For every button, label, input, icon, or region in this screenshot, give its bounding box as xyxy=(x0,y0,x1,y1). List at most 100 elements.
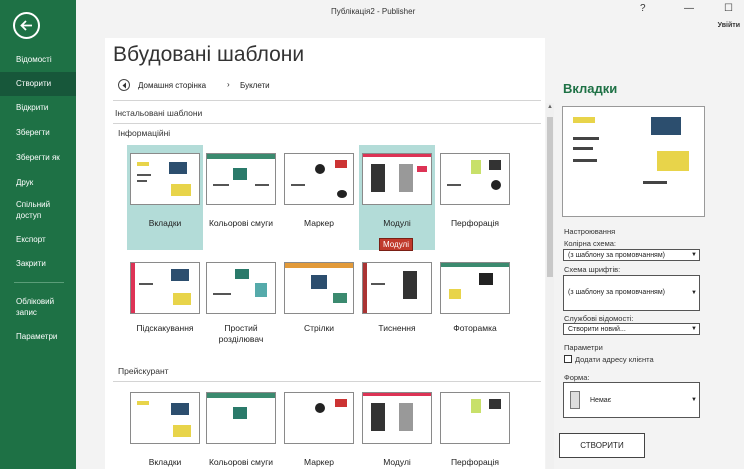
chevron-left-icon xyxy=(122,82,126,89)
template-tile-pricelist-moduli[interactable]: Модулі xyxy=(359,384,435,469)
template-label: Маркер xyxy=(304,218,334,228)
form-select[interactable]: Немає ▼ xyxy=(563,382,700,418)
font-scheme-select[interactable]: (з шаблону за промовчанням) ▼ xyxy=(563,275,700,311)
template-thumbnail xyxy=(362,262,432,314)
font-scheme-label: Схема шрифтів: xyxy=(564,265,621,274)
template-tile-moduli[interactable]: Модулі Модулі xyxy=(359,145,435,251)
publisher-backstage-window: Відомості Створити Відкрити Зберегти Збе… xyxy=(0,0,744,469)
template-tile-fotoramka[interactable]: Фоторамка xyxy=(437,254,513,354)
template-thumbnail xyxy=(284,153,354,205)
template-tile-pricelist-marker[interactable]: Маркер xyxy=(281,384,357,469)
create-button[interactable]: СТВОРИТИ xyxy=(559,433,645,458)
chevron-down-icon: ▼ xyxy=(691,252,697,258)
add-address-checkbox[interactable] xyxy=(564,355,572,363)
group-heading-price-list: Прейскурант xyxy=(118,366,169,376)
template-label: Вкладки xyxy=(148,218,182,228)
nav-save-as[interactable]: Зберегти як xyxy=(0,152,76,163)
template-tile-pricelist-vkladky[interactable]: Вкладки xyxy=(127,384,203,469)
page-title: Вбудовані шаблони xyxy=(113,43,305,66)
chevron-down-icon: ▼ xyxy=(691,397,697,403)
template-label: Кольорові смуги xyxy=(208,218,274,228)
template-label: Перфорація xyxy=(450,218,500,228)
template-label: Маркер xyxy=(304,457,334,467)
template-thumbnail xyxy=(284,262,354,314)
chevron-down-icon: ▼ xyxy=(691,290,697,296)
nav-new[interactable]: Створити xyxy=(0,72,76,96)
sidebar-divider xyxy=(14,282,64,283)
template-thumbnail xyxy=(440,262,510,314)
nav-info[interactable]: Відомості xyxy=(0,54,76,65)
template-tile-kolorovi-smuhy[interactable]: Кольорові смуги xyxy=(203,145,279,240)
form-shape-icon xyxy=(570,391,580,409)
breadcrumb-current: Буклети xyxy=(240,81,270,90)
template-label: Підскакування xyxy=(136,323,194,333)
nav-share[interactable]: Спільний доступ xyxy=(0,199,60,221)
template-tile-perforatsiia[interactable]: Перфорація xyxy=(437,145,513,240)
template-tile-prostyi-rozdiliuvach[interactable]: Простий розділювач xyxy=(203,254,279,354)
window-title: Публікація2 - Publisher xyxy=(331,7,416,16)
template-tile-tysnennia[interactable]: Тиснення xyxy=(359,254,435,354)
template-details-pane: Вкладки Настроювання Колірна схема: (з ш… xyxy=(557,76,744,469)
template-label: Модулі xyxy=(383,457,411,467)
template-thumbnail xyxy=(440,153,510,205)
template-thumbnail xyxy=(130,262,200,314)
nav-account[interactable]: Обліковий запис xyxy=(0,296,62,318)
form-value: Немає xyxy=(590,397,612,404)
back-button[interactable] xyxy=(13,12,40,39)
template-label: Простий розділювач xyxy=(218,323,264,344)
add-address-label: Додати адресу клієнта xyxy=(575,355,654,364)
nav-print[interactable]: Друк xyxy=(0,177,76,188)
signin-link[interactable]: Увійти xyxy=(718,22,740,29)
template-thumbnail xyxy=(284,392,354,444)
template-thumbnail xyxy=(130,392,200,444)
templates-scrollbar[interactable]: ▲ xyxy=(546,103,554,469)
nav-options[interactable]: Параметри xyxy=(0,331,76,342)
template-thumbnail xyxy=(362,392,432,444)
options-heading: Параметри xyxy=(564,343,603,352)
template-tile-marker[interactable]: Маркер xyxy=(281,145,357,240)
divider xyxy=(113,123,541,124)
business-info-select[interactable]: Створити новий... ▼ xyxy=(563,323,700,335)
template-thumbnail xyxy=(362,153,432,205)
template-label: Стрілки xyxy=(303,323,335,333)
template-tile-pricelist-kolorovi-smuhy[interactable]: Кольорові смуги xyxy=(203,384,279,469)
maximize-button[interactable]: ☐ xyxy=(724,3,733,14)
arrow-left-icon xyxy=(20,20,32,31)
template-label: Модулі xyxy=(383,218,411,228)
color-scheme-label: Колірна схема: xyxy=(564,239,616,248)
template-tile-pricelist-perforatsiia[interactable]: Перфорація xyxy=(437,384,513,469)
template-preview-image xyxy=(562,106,705,217)
business-info-label: Службові відомості: xyxy=(564,314,634,323)
divider xyxy=(113,100,541,101)
chevron-down-icon: ▼ xyxy=(691,326,697,332)
minimize-button[interactable]: — xyxy=(684,3,694,14)
template-tile-strilky[interactable]: Стрілки xyxy=(281,254,357,354)
nav-save[interactable]: Зберегти xyxy=(0,127,76,138)
template-label: Кольорові смуги xyxy=(208,457,274,467)
installed-templates-heading: Інстальовані шаблони xyxy=(115,108,203,118)
template-thumbnail xyxy=(206,262,276,314)
color-scheme-value: (з шаблону за промовчанням) xyxy=(568,252,665,259)
template-tile-pidskakuvannia[interactable]: Підскакування xyxy=(127,254,203,354)
template-preview-title: Вкладки xyxy=(563,81,618,96)
template-thumbnail xyxy=(130,153,200,205)
breadcrumb-home-link[interactable]: Домашня сторінка xyxy=(138,81,206,90)
help-button[interactable]: ? xyxy=(640,3,646,14)
font-scheme-value: (з шаблону за промовчанням) xyxy=(568,289,665,296)
title-bar: Публікація2 - Publisher ? — ☐ Увійти xyxy=(76,0,744,30)
scroll-up-arrow-icon[interactable]: ▲ xyxy=(546,103,554,111)
color-scheme-select[interactable]: (з шаблону за промовчанням) ▼ xyxy=(563,249,700,261)
template-label: Перфорація xyxy=(450,457,500,467)
customize-heading: Настроювання xyxy=(564,227,616,236)
template-tooltip: Модулі xyxy=(379,238,413,251)
nav-export[interactable]: Експорт xyxy=(0,234,76,245)
divider xyxy=(113,381,541,382)
template-tile-vkladky[interactable]: Вкладки xyxy=(127,145,203,250)
breadcrumb-separator: › xyxy=(227,80,230,89)
nav-close[interactable]: Закрити xyxy=(0,258,76,269)
backstage-sidebar: Відомості Створити Відкрити Зберегти Збе… xyxy=(0,0,76,469)
breadcrumb-back-button[interactable] xyxy=(118,79,130,91)
scroll-thumb[interactable] xyxy=(547,117,553,277)
nav-open[interactable]: Відкрити xyxy=(0,102,76,113)
template-thumbnail xyxy=(206,153,276,205)
